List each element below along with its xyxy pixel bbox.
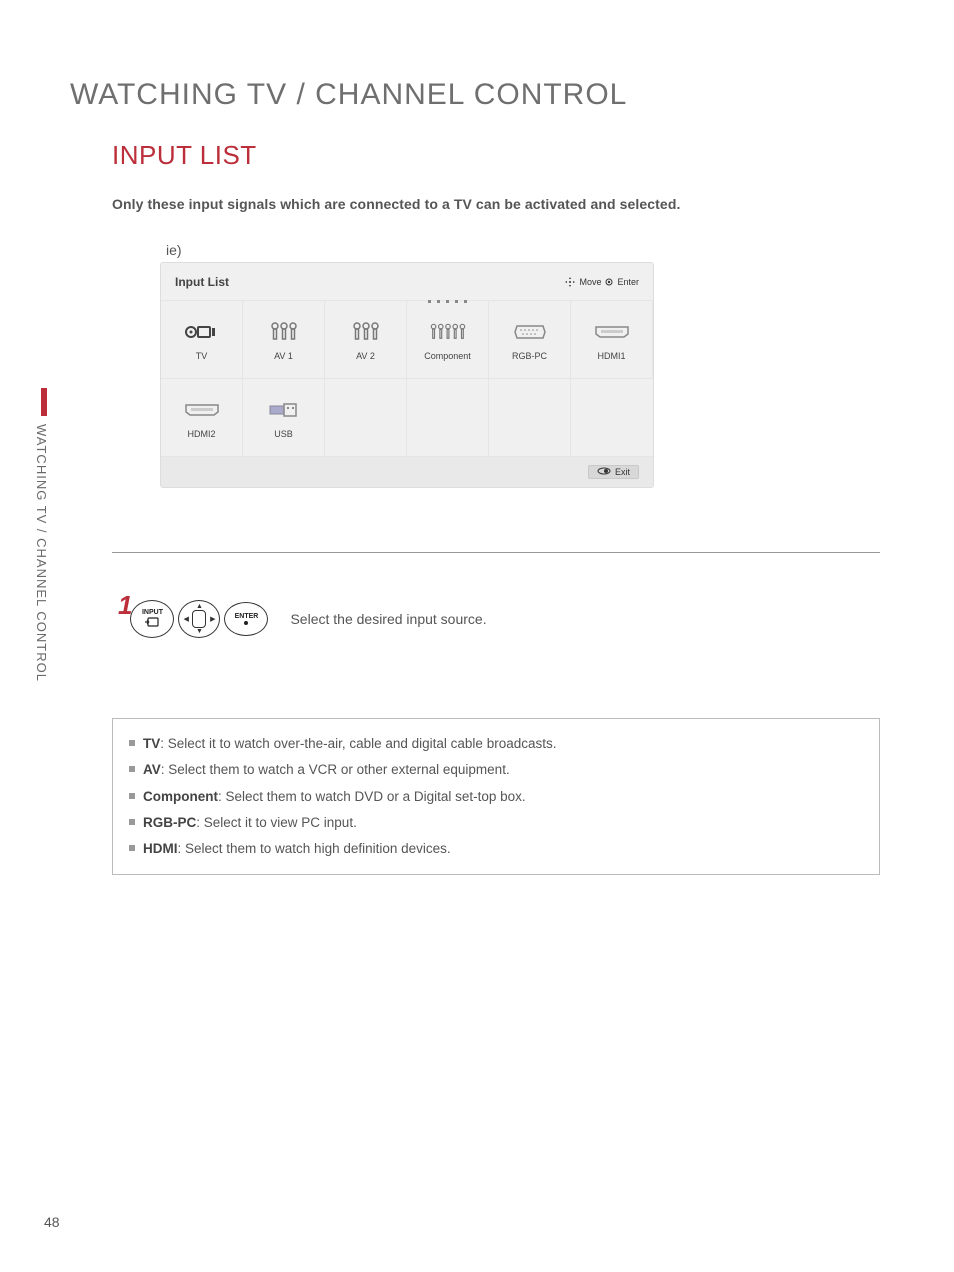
input-cell-hdmi2[interactable]: HDMI2 xyxy=(161,379,243,457)
input-button-label: INPUT xyxy=(142,609,163,616)
panel-hints: Move Enter xyxy=(565,277,639,287)
definitions-box: TV: Select it to watch over-the-air, cab… xyxy=(112,718,880,875)
side-section-text: WATCHING TV / CHANNEL CONTROL xyxy=(34,424,49,682)
input-label: Component xyxy=(424,351,471,361)
input-cell-av2[interactable]: AV 2 xyxy=(325,301,407,379)
rca-5-icon xyxy=(430,319,466,345)
step-instruction: Select the desired input source. xyxy=(290,611,486,627)
nav-center xyxy=(192,610,206,628)
input-label: HDMI1 xyxy=(597,351,625,361)
side-tab xyxy=(41,388,47,416)
hdmi-icon xyxy=(184,397,220,423)
step-number: 1 xyxy=(118,590,132,621)
arrow-up-icon: ▲ xyxy=(196,603,203,610)
enter-button-label: ENTER xyxy=(235,613,259,620)
input-cell-usb[interactable]: USB xyxy=(243,379,325,457)
input-cell-tv[interactable]: TV xyxy=(161,301,243,379)
step-row: 1 INPUT ▲ ▼ ◀ ▶ ENTER Select the desired… xyxy=(118,600,487,638)
arrow-right-icon: ▶ xyxy=(210,615,215,623)
input-label: RGB-PC xyxy=(512,351,547,361)
rca-3-icon xyxy=(348,319,384,345)
input-button-icon xyxy=(145,616,159,630)
input-cell-rgbpc[interactable]: RGB-PC xyxy=(489,301,571,379)
usb-icon xyxy=(266,397,302,423)
def-item-av: AV: Select them to watch a VCR or other … xyxy=(129,757,863,783)
enter-hint: Enter xyxy=(617,277,639,287)
intro-text: Only these input signals which are conne… xyxy=(112,196,680,212)
enter-dot-icon xyxy=(605,278,613,286)
panel-header: Input List Move Enter xyxy=(161,263,653,301)
move-hint: Move xyxy=(579,277,601,287)
input-cell-empty xyxy=(571,379,653,457)
def-item-hdmi: HDMI: Select them to watch high definiti… xyxy=(129,836,863,862)
exit-icon xyxy=(597,467,611,477)
hdmi-icon xyxy=(594,319,630,345)
arrow-down-icon: ▼ xyxy=(196,628,203,635)
exit-hint[interactable]: Exit xyxy=(588,465,639,479)
input-label: TV xyxy=(196,351,208,361)
example-label: ie) xyxy=(166,242,182,258)
page-title: WATCHING TV / CHANNEL CONTROL xyxy=(70,78,627,112)
input-label: AV 2 xyxy=(356,351,375,361)
input-cell-empty xyxy=(489,379,571,457)
exit-label: Exit xyxy=(615,467,630,477)
rca-3-icon xyxy=(266,319,302,345)
input-cell-av1[interactable]: AV 1 xyxy=(243,301,325,379)
input-cell-component[interactable]: Component xyxy=(407,301,489,379)
input-list-panel: Input List Move Enter TV xyxy=(160,262,654,488)
tv-icon xyxy=(184,319,220,345)
section-title: INPUT LIST xyxy=(112,140,257,171)
def-item-component: Component: Select them to watch DVD or a… xyxy=(129,784,863,810)
enter-dot-icon xyxy=(244,621,248,625)
arrow-left-icon: ◀ xyxy=(183,615,188,623)
move-icon xyxy=(565,277,575,287)
remote-enter-button: ENTER xyxy=(224,602,268,636)
page-number: 48 xyxy=(44,1214,60,1230)
def-item-tv: TV: Select it to watch over-the-air, cab… xyxy=(129,731,863,757)
panel-title: Input List xyxy=(175,275,229,289)
def-item-rgbpc: RGB-PC: Select it to view PC input. xyxy=(129,810,863,836)
vga-icon xyxy=(512,319,548,345)
remote-nav-button: ▲ ▼ ◀ ▶ xyxy=(178,600,220,638)
input-cell-empty xyxy=(407,379,489,457)
input-cell-hdmi1[interactable]: HDMI1 xyxy=(571,301,653,379)
input-label: AV 1 xyxy=(274,351,293,361)
divider xyxy=(112,552,880,553)
input-label: HDMI2 xyxy=(187,429,215,439)
input-label: USB xyxy=(274,429,293,439)
input-cell-empty xyxy=(325,379,407,457)
remote-input-button: INPUT xyxy=(130,600,174,638)
input-grid: TV AV 1 xyxy=(161,301,653,457)
selected-indicator xyxy=(407,300,488,303)
panel-footer: Exit xyxy=(161,457,653,487)
